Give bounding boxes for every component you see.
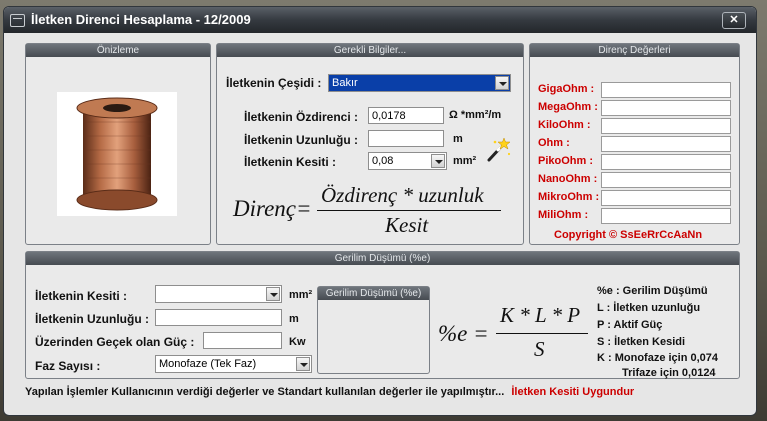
- vd-phase-label: Faz Sayısı :: [35, 359, 101, 373]
- footer-status-text: İletken Kesiti Uygundur: [511, 386, 635, 398]
- resistivity-label: İletkenin Özdirenci :: [244, 110, 359, 124]
- conductor-type-select[interactable]: Bakır: [328, 74, 511, 92]
- conductor-type-label: İletkenin Çeşidi :: [226, 76, 322, 90]
- window-icon: [10, 14, 25, 27]
- vd-formula-divider: [496, 333, 588, 334]
- kiloohm-output[interactable]: [601, 118, 731, 134]
- section-select[interactable]: 0,08: [368, 152, 447, 170]
- ohm-label: Ohm :: [538, 137, 570, 149]
- vd-result-header: Gerilim Düşümü (%e): [318, 287, 429, 300]
- preview-header: Önizleme: [26, 44, 210, 57]
- resistance-values-panel: Direnç Değerleri GigaOhm : MegaOhm : Kil…: [529, 43, 740, 245]
- vd-section-label: İletkenin Kesiti :: [35, 289, 128, 303]
- section-value: 0,08: [372, 155, 394, 167]
- required-info-header: Gerekli Bilgiler...: [217, 44, 523, 57]
- voltage-drop-header: Gerilim Düşümü (%e): [26, 252, 739, 265]
- section-label: İletkenin Kesiti :: [244, 155, 337, 169]
- resistance-formula-lhs: Direnç=: [233, 196, 312, 221]
- title-bar[interactable]: İletken Direnci Hesaplama - 12/2009 ✕: [4, 7, 756, 33]
- vd-formula-lhs: %e =: [438, 321, 489, 346]
- resistivity-unit: Ω *mm²/m: [449, 109, 502, 121]
- section-unit: mm²: [453, 155, 477, 167]
- vd-length-label: İletkenin Uzunluğu :: [35, 312, 149, 326]
- vd-power-unit: Kw: [289, 336, 306, 348]
- mikroohm-output[interactable]: [601, 190, 731, 206]
- vd-legend-k: K : Monofaze için 0,074: [597, 352, 719, 364]
- miliohm-output[interactable]: [601, 208, 731, 224]
- wire-spool-image: [57, 92, 177, 216]
- chevron-down-icon[interactable]: [495, 76, 509, 90]
- pikoohm-output[interactable]: [601, 154, 731, 170]
- vd-phase-select[interactable]: Monofaze (Tek Faz): [155, 355, 312, 373]
- gigaohm-output[interactable]: [601, 82, 731, 98]
- megaohm-output[interactable]: [601, 100, 731, 116]
- resistance-formula-numerator: Özdirenç * uzunluk: [321, 183, 484, 207]
- mikroohm-label: MikroOhm :: [538, 191, 600, 203]
- required-info-panel: Gerekli Bilgiler... İletkenin Çeşidi : B…: [216, 43, 524, 245]
- chevron-down-icon[interactable]: [266, 287, 280, 301]
- vd-power-label: Üzerinden Geçek olan Güç :: [35, 335, 195, 349]
- copper-spool-icon: [76, 97, 158, 211]
- ohm-output[interactable]: [601, 136, 731, 152]
- length-input[interactable]: [368, 130, 444, 147]
- vd-section-select[interactable]: [155, 285, 282, 303]
- formula-divider: [317, 210, 501, 211]
- copyright-text: Copyright © SsEeRrCcAaNn: [554, 229, 703, 241]
- main-window: İletken Direnci Hesaplama - 12/2009 ✕ Ön…: [3, 6, 757, 416]
- vd-formula-denominator: S: [534, 337, 545, 361]
- resistance-values-header: Direnç Değerleri: [530, 44, 739, 57]
- nanoohm-output[interactable]: [601, 172, 731, 188]
- vd-formula-numerator: K * L * P: [500, 303, 581, 327]
- vd-legend-e: %e : Gerilim Düşümü: [597, 285, 708, 297]
- resistance-formula-denominator: Kesit: [385, 213, 429, 237]
- footer-info-text: Yapılan İşlemler Kullanıcının verdiği de…: [25, 386, 505, 398]
- chevron-down-icon[interactable]: [296, 357, 310, 371]
- vd-legend-p: P : Aktif Güç: [597, 319, 663, 331]
- vd-length-unit: m: [289, 313, 299, 325]
- gigaohm-label: GigaOhm :: [538, 83, 595, 95]
- voltage-drop-panel: Gerilim Düşümü (%e) İletkenin Kesiti : m…: [25, 251, 740, 379]
- magic-wand-icon[interactable]: [483, 136, 511, 164]
- resistivity-input[interactable]: 0,0178: [368, 107, 444, 124]
- vd-section-unit: mm²: [289, 289, 313, 301]
- nanoohm-label: NanoOhm :: [538, 173, 598, 185]
- vd-legend-s: S : İletken Kesidi: [597, 336, 686, 348]
- vd-phase-value: Monofaze (Tek Faz): [159, 358, 257, 370]
- vd-legend-l: L : İletken uzunluğu: [597, 302, 701, 314]
- close-button[interactable]: ✕: [722, 12, 746, 29]
- kiloohm-label: KiloOhm :: [538, 119, 591, 131]
- vd-power-input[interactable]: [203, 332, 282, 349]
- miliohm-label: MiliOhm :: [538, 209, 589, 221]
- vd-length-input[interactable]: [155, 309, 282, 326]
- megaohm-label: MegaOhm :: [538, 101, 598, 113]
- window-title: İletken Direnci Hesaplama - 12/2009: [31, 12, 251, 27]
- pikoohm-label: PikoOhm :: [538, 155, 594, 167]
- chevron-down-icon[interactable]: [431, 154, 445, 168]
- length-unit: m: [453, 133, 463, 145]
- vd-result-box: Gerilim Düşümü (%e): [317, 286, 430, 374]
- footer-bar: Yapılan İşlemler Kullanıcının verdiği de…: [25, 386, 738, 406]
- vd-legend-k-trifaze: Trifaze için 0,0124: [622, 367, 716, 379]
- length-label: İletkenin Uzunluğu :: [244, 133, 358, 147]
- conductor-type-value: Bakır: [332, 75, 358, 91]
- preview-panel: Önizleme: [25, 43, 211, 245]
